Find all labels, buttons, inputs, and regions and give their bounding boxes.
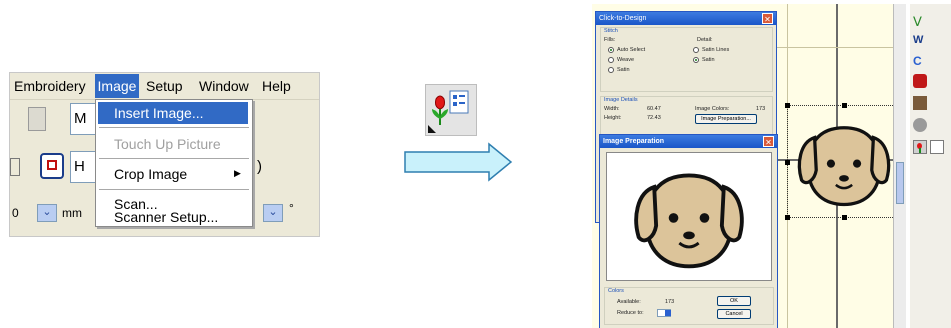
- menu-bar: Embroidery Image Setup Window Help: [10, 73, 319, 100]
- stitch-group-label: Stitch: [604, 28, 618, 34]
- radio-label: Auto Select: [617, 47, 646, 53]
- chevron-down-icon[interactable]: ⌄: [263, 204, 283, 222]
- close-icon[interactable]: ✕: [763, 136, 774, 147]
- menu-divider: [99, 189, 249, 190]
- height-label: Height:: [604, 115, 622, 121]
- menu-item-insert-image[interactable]: Insert Image...: [98, 102, 248, 124]
- radio-label: Satin Lines: [702, 47, 730, 53]
- radio-auto-select[interactable]: [608, 47, 614, 53]
- picture-tool-icon[interactable]: [913, 96, 927, 110]
- stitch-group: Stitch Fills: Detail: Auto Select Weave …: [600, 27, 773, 92]
- frame-tool-icon[interactable]: [930, 140, 944, 154]
- menu-screenshot: Embroidery Image Setup Window Help M H )…: [9, 72, 320, 237]
- menu-embroidery[interactable]: Embroidery: [14, 78, 86, 94]
- value-zero: 0: [12, 206, 19, 220]
- menu-window[interactable]: Window: [199, 78, 249, 94]
- dialog-title: Image Preparation: [603, 138, 665, 145]
- vertical-scrollbar[interactable]: [893, 4, 906, 328]
- radio-label: Weave: [617, 57, 635, 63]
- menu-divider: [99, 158, 249, 159]
- design-window: Click-to-Design ✕ Stitch Fills: Detail: …: [592, 4, 951, 328]
- detail-label: Detail:: [697, 37, 713, 43]
- text-tool-icon[interactable]: W: [913, 34, 927, 48]
- colors-group-label: Colors: [608, 288, 624, 294]
- menu-item-touch-up-picture: Touch Up Picture: [114, 136, 221, 152]
- menu-help[interactable]: Help: [262, 78, 291, 94]
- radio-weave[interactable]: [608, 57, 614, 63]
- stitch-tool-icon[interactable]: Ⅴ: [913, 14, 927, 29]
- menu-item-scanner-setup[interactable]: Scanner Setup...: [98, 206, 248, 228]
- dog-image: [634, 173, 744, 269]
- reduce-label: Reduce to:: [617, 310, 644, 316]
- dialog-titlebar: Click-to-Design: [596, 12, 776, 25]
- width-value: 60.47: [647, 106, 661, 112]
- radio-satin-lines[interactable]: [693, 47, 699, 53]
- radio-satin-detail[interactable]: [693, 57, 699, 63]
- submenu-arrow-icon: ▶: [234, 168, 241, 178]
- click-to-design-tool-icon[interactable]: [913, 140, 927, 154]
- available-value: 173: [665, 299, 675, 305]
- width-label: Width:: [604, 106, 620, 112]
- unit-mm: mm: [62, 206, 82, 220]
- fills-label: Fills:: [604, 37, 616, 43]
- tool-strip: Ⅴ W C: [910, 4, 951, 328]
- menu-image[interactable]: Image: [95, 74, 139, 98]
- menu-item-crop-image[interactable]: Crop Image: [98, 163, 248, 185]
- grid-line: [770, 47, 905, 48]
- circle-tool-icon[interactable]: C: [913, 54, 927, 68]
- click-to-design-icon[interactable]: [425, 84, 477, 136]
- hoop-icon[interactable]: [40, 153, 64, 179]
- chevron-down-icon[interactable]: ⌄: [37, 204, 57, 222]
- image-colors-label: Image Colors:: [695, 106, 730, 112]
- height-value: 72.43: [647, 115, 661, 121]
- dialog-titlebar: Image Preparation: [600, 135, 777, 148]
- unit-degree: °: [289, 201, 294, 215]
- menu-setup[interactable]: Setup: [146, 78, 183, 94]
- cancel-button[interactable]: Cancel: [717, 309, 751, 319]
- field-suffix: ): [257, 158, 262, 175]
- image-preparation-dialog: Image Preparation ✕ Colors Available: 17…: [599, 134, 778, 328]
- image-details-label: Image Details: [604, 97, 638, 103]
- image-preview: [606, 152, 772, 281]
- image-menu-dropdown: Insert Image... Touch Up Picture Crop Im…: [95, 99, 253, 227]
- shield-icon[interactable]: [913, 74, 927, 88]
- dialog-title: Click-to-Design: [599, 15, 647, 22]
- close-icon[interactable]: ✕: [762, 13, 773, 24]
- reduce-to-stepper[interactable]: [657, 309, 671, 317]
- paste-icon[interactable]: [28, 107, 46, 131]
- arrow-right-icon: [404, 142, 513, 182]
- colors-group: Colors Available: 173 Reduce to: OK Canc…: [604, 287, 774, 325]
- radio-satin-fill[interactable]: [608, 67, 614, 73]
- radio-label: Satin: [702, 57, 715, 63]
- image-details-group: Image Details Width: 60.47 Height: 72.43…: [600, 96, 773, 138]
- selection-box[interactable]: [785, 103, 901, 220]
- image-preparation-button[interactable]: Image Preparation...: [695, 114, 757, 124]
- scrollbar-thumb[interactable]: [896, 162, 904, 204]
- dog-image: [797, 126, 891, 207]
- ok-button[interactable]: OK: [717, 296, 751, 306]
- available-label: Available:: [617, 299, 641, 305]
- grid-icon[interactable]: [10, 158, 20, 176]
- menu-divider: [99, 127, 249, 128]
- radio-label: Satin: [617, 67, 630, 73]
- hoop-tool-icon[interactable]: [913, 118, 927, 132]
- image-colors-value: 173: [756, 106, 766, 112]
